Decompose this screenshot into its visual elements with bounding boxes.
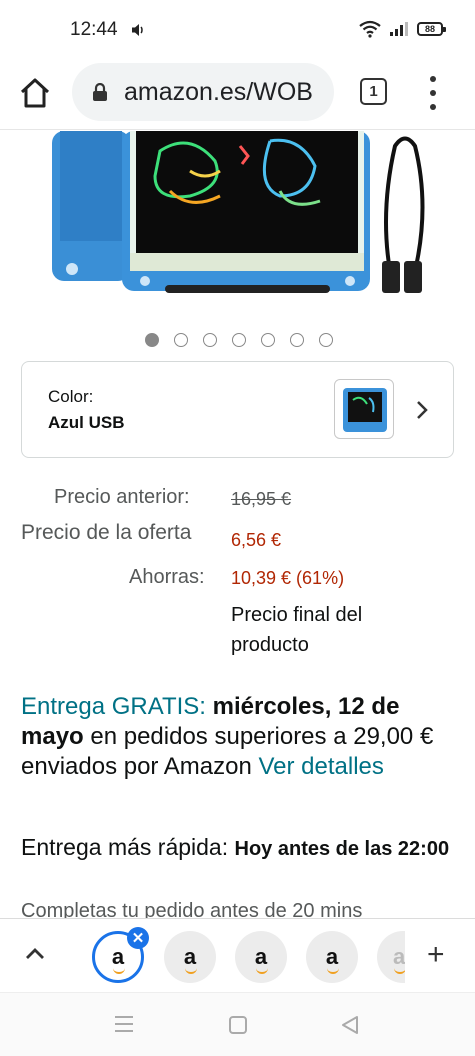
fast-delivery-label: Entrega más rápida: <box>21 834 229 860</box>
tab-strip: a ✕ a a a a + <box>0 918 475 992</box>
battery-icon: 88 <box>417 22 446 36</box>
carousel-dot[interactable] <box>203 333 217 347</box>
speaker-icon <box>132 24 143 36</box>
status-time: 12:44 <box>70 19 118 40</box>
back-icon[interactable] <box>340 1015 360 1035</box>
lock-icon <box>93 83 107 101</box>
drawing-tablet-image <box>52 131 425 293</box>
carousel-dot[interactable] <box>290 333 304 347</box>
tab-thumbnail-partial[interactable]: a <box>377 931 405 983</box>
amazon-logo-icon: a <box>254 944 269 974</box>
chevron-right-icon <box>417 401 428 419</box>
browser-toolbar: amazon.es/WOB 1 <box>0 60 475 130</box>
details-link[interactable]: Ver detalles <box>258 753 383 780</box>
system-navigation-bar <box>0 992 475 1056</box>
home-nav-icon[interactable] <box>228 1015 248 1035</box>
carousel-dot[interactable] <box>145 333 159 347</box>
chevron-up-icon[interactable] <box>24 945 46 961</box>
tab-thumbnail[interactable]: a <box>164 931 216 983</box>
url-bar[interactable]: amazon.es/WOB <box>72 63 334 121</box>
carousel-dot[interactable] <box>232 333 246 347</box>
offer-price-value: 6,56 € <box>231 530 282 550</box>
previous-price-label: Precio anterior: <box>54 486 190 508</box>
status-icons: 88 <box>359 20 446 38</box>
carousel-dot[interactable] <box>261 333 275 347</box>
amazon-logo-icon: a <box>183 944 198 974</box>
savings-value: 10,39 € (61%) <box>231 568 345 588</box>
signal-icon <box>390 22 408 36</box>
amazon-logo-icon: a <box>325 944 340 974</box>
carousel-dot[interactable] <box>319 333 333 347</box>
color-label: Color: <box>48 387 94 406</box>
tab-thumbnail[interactable]: a <box>306 931 358 983</box>
image-carousel-indicator[interactable] <box>145 333 333 347</box>
amazon-logo-icon: a <box>111 944 126 974</box>
color-swatch-thumbnail <box>334 379 394 439</box>
amazon-logo-icon: a <box>393 944 405 974</box>
final-price-note: Precio final del producto <box>231 604 363 656</box>
fast-delivery: Entrega más rápida: Hoy antes de las 22:… <box>21 830 461 866</box>
color-value: Azul USB <box>48 413 125 432</box>
previous-price-value: 16,95 € <box>231 489 292 509</box>
tab-thumbnail-active[interactable]: a ✕ <box>92 927 149 983</box>
wifi-icon <box>359 20 381 38</box>
color-selector[interactable]: Color: Azul USB <box>21 361 454 458</box>
close-tab-icon[interactable]: ✕ <box>127 927 149 949</box>
status-bar: 12:44 88 <box>0 0 475 60</box>
product-image[interactable] <box>0 131 475 311</box>
menu-icon[interactable] <box>424 76 442 110</box>
offer-price-label: Precio de la oferta <box>21 521 192 544</box>
carousel-dot[interactable] <box>174 333 188 347</box>
free-delivery-label: Entrega GRATIS: <box>21 693 206 720</box>
delivery-info: Entrega GRATIS: miércoles, 12 de mayo en… <box>21 692 451 782</box>
tab-switcher-button[interactable]: 1 <box>360 78 387 105</box>
fast-delivery-value: Hoy antes de las 22:00 <box>234 838 450 860</box>
recent-apps-icon[interactable] <box>114 1015 134 1033</box>
savings-label: Ahorras: <box>129 566 205 588</box>
tab-thumbnail[interactable]: a <box>235 931 287 983</box>
home-icon[interactable] <box>18 76 52 110</box>
add-tab-button[interactable]: + <box>427 940 445 970</box>
url-text: amazon.es/WOB <box>124 78 313 106</box>
